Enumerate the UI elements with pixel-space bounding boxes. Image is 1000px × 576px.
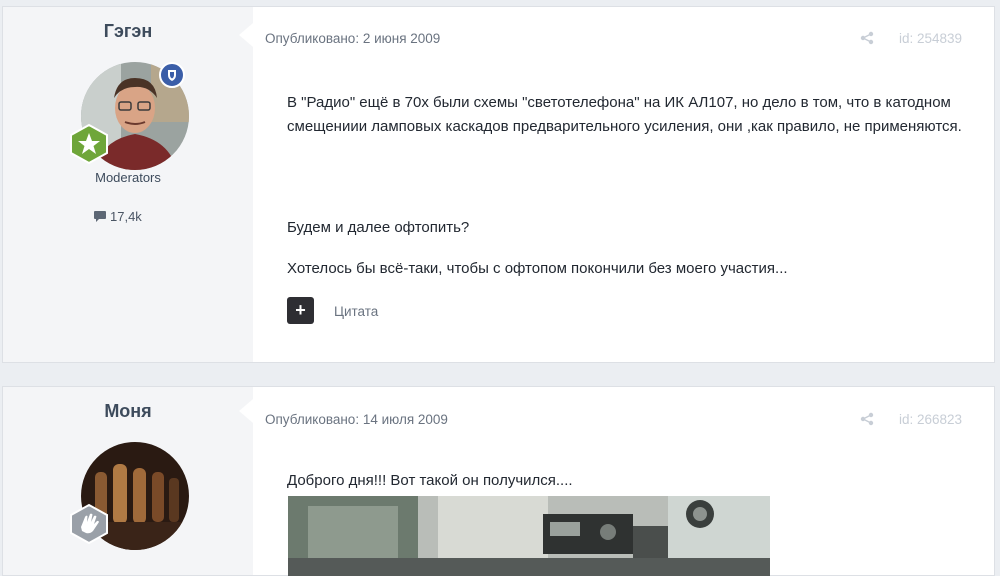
post-id[interactable]: id: 266823 <box>899 412 962 427</box>
post-266823: Моня Опубликовано: 14 июля 2009 id: 2668… <box>2 386 995 576</box>
post-date[interactable]: Опубликовано: 14 июля 2009 <box>265 412 448 427</box>
author-name-link[interactable]: Моня <box>3 401 253 422</box>
moderator-shield-icon <box>159 62 185 88</box>
post-paragraph: Доброго дня!!! Вот такой он получился...… <box>287 472 573 489</box>
quote-button[interactable]: Цитата <box>334 304 378 319</box>
post-paragraph: В "Радио" ещё в 70х были схемы "светотел… <box>287 94 962 135</box>
post-count-value: 17,4k <box>110 209 142 224</box>
post-paragraph: Хотелось бы всё-таки, чтобы с офтопом по… <box>287 260 788 277</box>
post-arrow <box>239 399 253 423</box>
attached-image[interactable] <box>288 496 770 576</box>
multiquote-button[interactable]: + <box>287 297 314 324</box>
post-254839: Гэгэн Moderators 17,4k Опубликовано: 2 и… <box>2 6 995 363</box>
post-paragraph: Будем и далее офтопить? <box>287 219 470 236</box>
speech-bubble-icon <box>94 211 106 222</box>
post-date[interactable]: Опубликовано: 2 июня 2009 <box>265 31 440 46</box>
star-badge-icon <box>68 123 110 165</box>
post-arrow <box>239 23 253 47</box>
post-id[interactable]: id: 254839 <box>899 31 962 46</box>
author-name-link[interactable]: Гэгэн <box>3 21 253 42</box>
author-group: Moderators <box>95 170 161 185</box>
hand-badge-icon <box>68 503 110 545</box>
author-column: Гэгэн Moderators 17,4k <box>3 7 253 362</box>
post-count: 17,4k <box>93 209 142 224</box>
share-icon[interactable] <box>860 31 874 50</box>
share-icon[interactable] <box>860 412 874 431</box>
author-column: Моня <box>3 387 253 575</box>
